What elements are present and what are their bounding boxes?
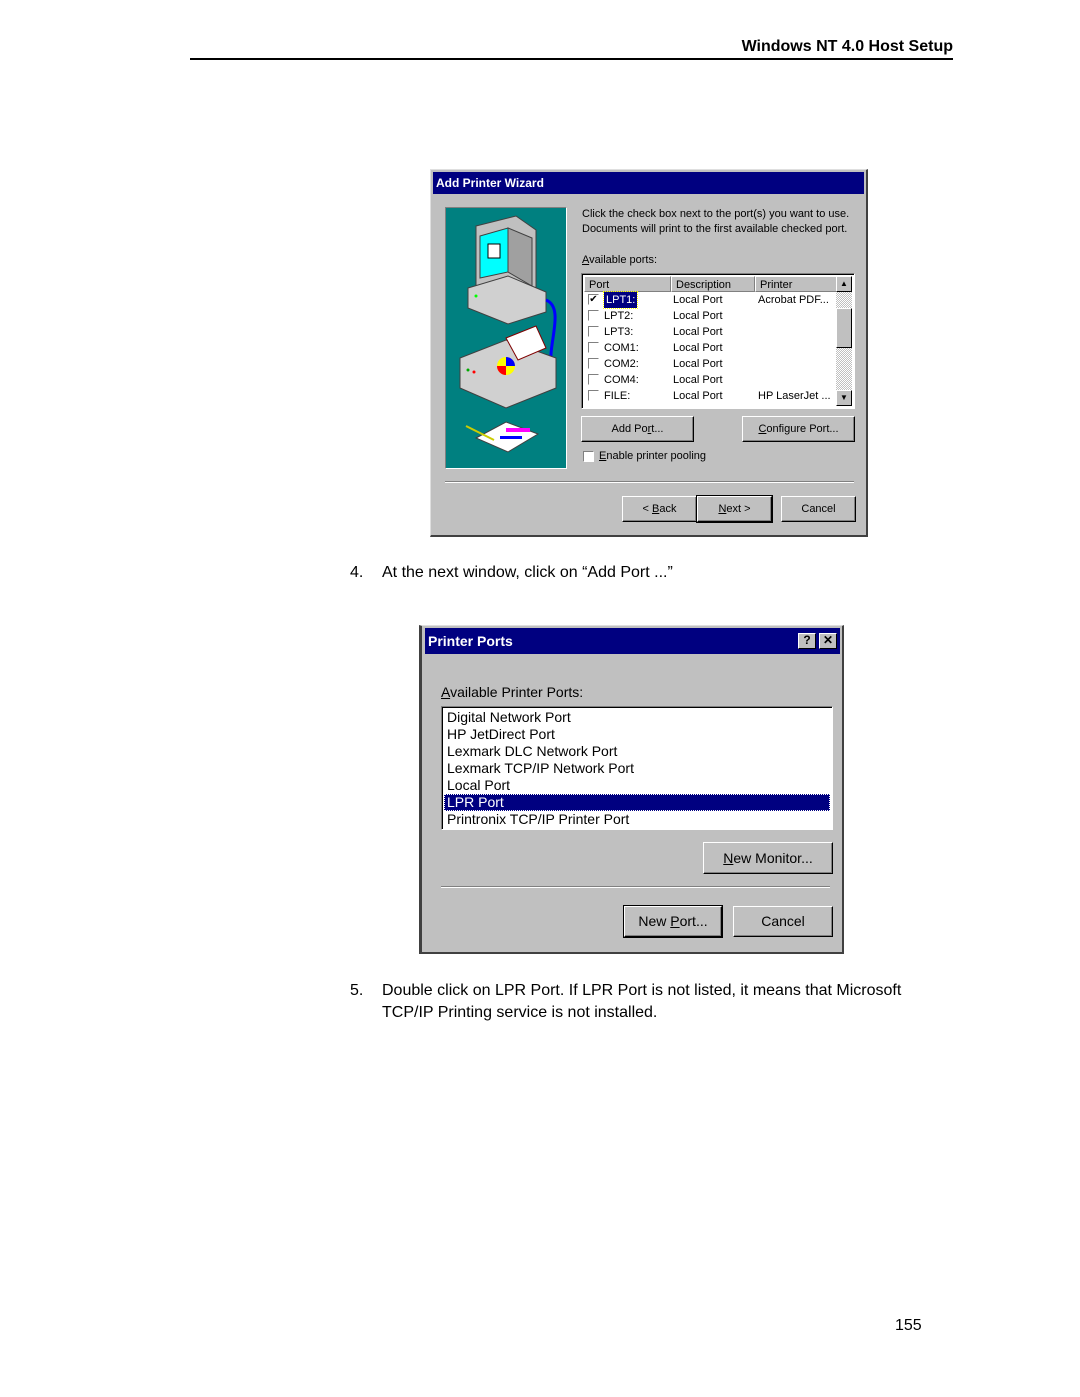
column-header-port[interactable]: Port xyxy=(584,276,671,292)
step-5-text-line2: TCP/IP Printing service is not installed… xyxy=(382,1004,658,1021)
step-5-number: 5. xyxy=(350,982,364,999)
port-checkbox[interactable] xyxy=(588,390,599,401)
ports-list-header: Port Description Printer xyxy=(584,276,838,292)
step-4-number: 4. xyxy=(350,564,364,581)
available-ports-label: Available ports: xyxy=(582,254,658,266)
port-name: COM1: xyxy=(604,342,639,354)
computer-printer-icon xyxy=(459,215,557,453)
port-checkbox[interactable] xyxy=(588,342,599,353)
port-type-item[interactable]: Lexmark TCP/IP Network Port xyxy=(444,760,830,777)
scrollbar-thumb[interactable] xyxy=(836,308,852,348)
port-checkbox[interactable] xyxy=(588,358,599,369)
step-5-text-line1: Double click on LPR Port. If LPR Port is… xyxy=(382,982,902,999)
port-type-item[interactable]: HP JetDirect Port xyxy=(444,726,830,743)
port-description: Local Port xyxy=(673,342,723,354)
port-description: Local Port xyxy=(673,390,723,402)
page-header-title: Windows NT 4.0 Host Setup xyxy=(741,38,953,55)
help-icon[interactable]: ? xyxy=(798,633,816,649)
computer-printer-illustration xyxy=(445,207,567,469)
port-name: LPT1: xyxy=(602,291,639,309)
port-checkbox[interactable]: ✔ xyxy=(588,294,599,305)
available-printer-ports-label: Available Printer Ports: xyxy=(441,684,584,700)
wizard-title-bar: Add Printer Wizard xyxy=(433,172,864,194)
printer-ports-separator xyxy=(441,886,830,888)
port-type-item-selected[interactable]: LPR Port xyxy=(444,794,830,811)
port-name: LPT2: xyxy=(604,310,634,322)
cancel-button[interactable]: Cancel xyxy=(781,496,856,522)
port-printer: HP LaserJet ... xyxy=(758,390,831,402)
port-type-item[interactable]: Local Port xyxy=(444,777,830,794)
port-description: Local Port xyxy=(673,310,723,322)
header-rule xyxy=(190,58,953,60)
column-header-description[interactable]: Description xyxy=(671,276,755,292)
page-number: 155 xyxy=(895,1317,922,1334)
port-name: FILE: xyxy=(604,390,631,402)
back-button[interactable]: < Back xyxy=(622,496,697,522)
new-port-button[interactable]: New Port... xyxy=(623,905,723,938)
port-name: COM2: xyxy=(604,358,639,370)
add-printer-wizard-dialog: Add Printer Wizard Click the check box n… xyxy=(430,169,868,537)
wizard-instruction-line1: Click the check box next to the port(s) … xyxy=(582,208,850,220)
wizard-instruction-line2: Documents will print to the first availa… xyxy=(582,223,848,235)
port-checkbox[interactable] xyxy=(588,326,599,337)
next-button[interactable]: Next > xyxy=(696,495,773,523)
ports-vertical-scrollbar[interactable]: ▲ ▼ xyxy=(836,276,852,406)
port-name: COM4: xyxy=(604,374,639,386)
port-description: Local Port xyxy=(673,374,723,386)
port-type-item[interactable]: Lexmark DLC Network Port xyxy=(444,743,830,760)
configure-port-button[interactable]: Configure Port... xyxy=(742,416,855,442)
ports-list-view[interactable]: Port Description Printer ✔ LPT1: Local Po… xyxy=(581,273,855,409)
new-monitor-button[interactable]: New Monitor... xyxy=(703,842,833,874)
port-description: Local Port xyxy=(673,326,723,338)
port-printer: Acrobat PDF... xyxy=(758,294,829,306)
port-name: LPT3: xyxy=(604,326,634,338)
port-description: Local Port xyxy=(673,294,723,306)
enable-printer-pooling-checkbox[interactable] xyxy=(583,451,594,462)
port-checkbox[interactable] xyxy=(588,310,599,321)
add-port-button[interactable]: Add Port... xyxy=(581,416,694,442)
printer-ports-dialog: Printer Ports ? ✕ Available Printer Port… xyxy=(419,625,844,954)
printer-ports-title: Printer Ports xyxy=(428,633,513,649)
step-4-text: At the next window, click on “Add Port .… xyxy=(382,564,673,581)
enable-printer-pooling-label: Enable printer pooling xyxy=(599,450,707,462)
wizard-separator xyxy=(445,481,854,483)
port-type-item[interactable]: Printronix TCP/IP Printer Port xyxy=(444,811,830,828)
printer-ports-cancel-button[interactable]: Cancel xyxy=(733,906,833,937)
port-checkbox[interactable] xyxy=(588,374,599,385)
port-type-item[interactable]: Digital Network Port xyxy=(444,709,830,726)
available-printer-ports-list[interactable]: Digital Network Port HP JetDirect Port L… xyxy=(441,706,833,830)
printer-ports-title-bar: Printer Ports ? ✕ xyxy=(425,628,840,654)
scroll-down-arrow-icon[interactable]: ▼ xyxy=(836,390,852,406)
scroll-up-arrow-icon[interactable]: ▲ xyxy=(836,276,852,292)
column-header-printer[interactable]: Printer xyxy=(755,276,838,292)
close-icon[interactable]: ✕ xyxy=(819,633,837,649)
port-description: Local Port xyxy=(673,358,723,370)
